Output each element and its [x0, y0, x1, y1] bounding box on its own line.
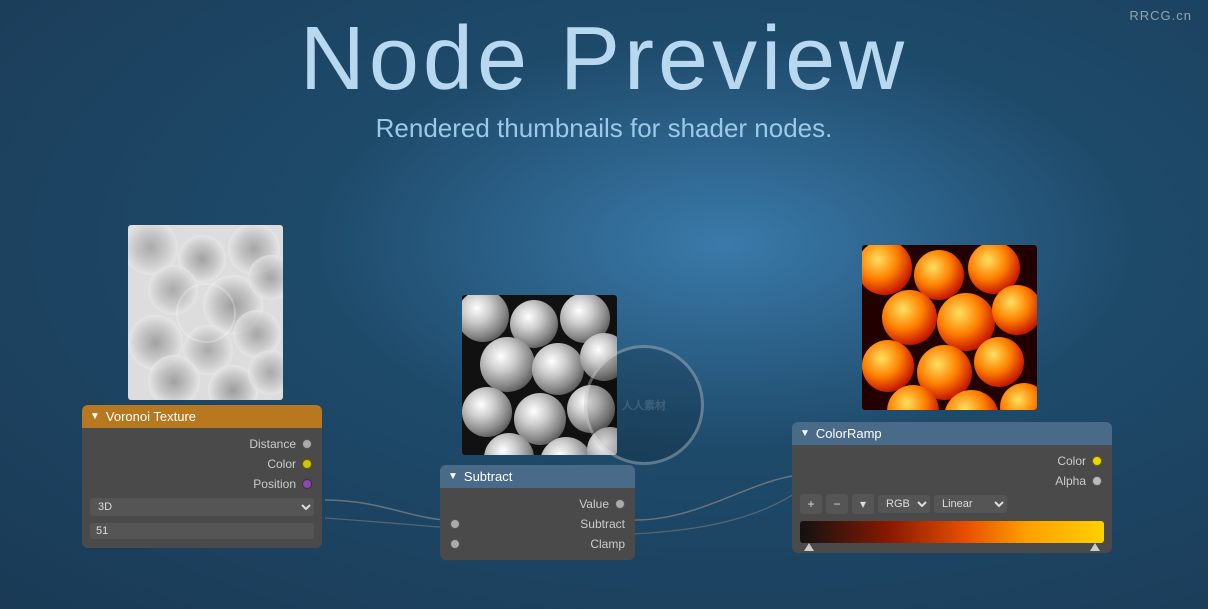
subtract-value-row: Value: [440, 494, 635, 514]
voronoi-color-label: Color: [92, 457, 296, 471]
voronoi-position-row: Position: [82, 474, 322, 494]
colorramp-chevron-button[interactable]: ▾: [852, 494, 874, 514]
voronoi-node-title: Voronoi Texture: [106, 409, 196, 424]
voronoi-header: ▼ Voronoi Texture: [82, 405, 322, 428]
colorramp-color-label: Color: [802, 454, 1086, 468]
voronoi-position-socket: [302, 479, 312, 489]
colorramp-body: Color Alpha + − ▾ RGB HSV HSL Linear Eas…: [792, 445, 1112, 553]
colorramp-mode-select[interactable]: RGB HSV HSL: [878, 495, 930, 513]
title-area: Node Preview Rendered thumbnails for sha…: [0, 10, 1208, 144]
subtract-value-socket: [615, 499, 625, 509]
voronoi-node: ▼ Voronoi Texture Distance Color Positio…: [82, 405, 322, 548]
colorramp-thumbnail: [862, 245, 1037, 410]
voronoi-select-row: 3D 2D 4D: [82, 494, 322, 520]
page-title: Node Preview: [0, 10, 1208, 109]
colorramp-header: ▼ ColorRamp: [792, 422, 1112, 445]
colorramp-color-row: Color: [792, 451, 1112, 471]
subtract-node: ▼ Subtract Value Subtract Clamp: [440, 465, 635, 560]
subtract-header: ▼ Subtract: [440, 465, 635, 488]
voronoi-thumbnail: [128, 225, 283, 400]
colorramp-collapse-icon[interactable]: ▼: [800, 428, 810, 439]
voronoi-distance-label: Distance: [92, 437, 296, 451]
subtract-input2-label: Clamp: [590, 537, 625, 551]
subtract-input1-row: Subtract: [440, 514, 635, 534]
voronoi-dimension-select[interactable]: 3D 2D 4D: [90, 498, 314, 516]
voronoi-color-row: Color: [82, 454, 322, 474]
voronoi-color-socket: [302, 459, 312, 469]
voronoi-input-row: [82, 520, 322, 542]
colorramp-color-socket: [1092, 456, 1102, 466]
colorramp-alpha-label: Alpha: [802, 474, 1086, 488]
voronoi-value-input[interactable]: [90, 523, 314, 539]
colorramp-controls: + − ▾ RGB HSV HSL Linear Ease Cardinal C…: [792, 491, 1112, 517]
subtract-body: Value Subtract Clamp: [440, 488, 635, 560]
collapse-icon[interactable]: ▼: [90, 411, 100, 422]
colorramp-node-title: ColorRamp: [816, 426, 882, 441]
voronoi-distance-socket: [302, 439, 312, 449]
voronoi-position-label: Position: [92, 477, 296, 491]
colorramp-gradient-bar[interactable]: [800, 521, 1104, 543]
colorramp-remove-button[interactable]: −: [826, 494, 848, 514]
subtract-node-title: Subtract: [464, 469, 512, 484]
colorramp-interpolation-select[interactable]: Linear Ease Cardinal Constant: [934, 495, 1007, 513]
subtract-in2-socket: [450, 539, 460, 549]
subtract-thumbnail: [462, 295, 617, 455]
colorramp-node: ▼ ColorRamp Color Alpha + − ▾ RGB HSV HS…: [792, 422, 1112, 553]
colorramp-alpha-row: Alpha: [792, 471, 1112, 491]
subtract-input1-label: Subtract: [580, 517, 625, 531]
colorramp-alpha-socket: [1092, 476, 1102, 486]
page-subtitle: Rendered thumbnails for shader nodes.: [0, 113, 1208, 144]
subtract-input2-row: Clamp: [440, 534, 635, 554]
subtract-in1-socket: [450, 519, 460, 529]
subtract-value-label: Value: [450, 497, 609, 511]
colorramp-add-button[interactable]: +: [800, 494, 822, 514]
voronoi-body: Distance Color Position 3D 2D 4D: [82, 428, 322, 548]
subtract-collapse-icon[interactable]: ▼: [448, 471, 458, 482]
voronoi-distance-row: Distance: [82, 434, 322, 454]
